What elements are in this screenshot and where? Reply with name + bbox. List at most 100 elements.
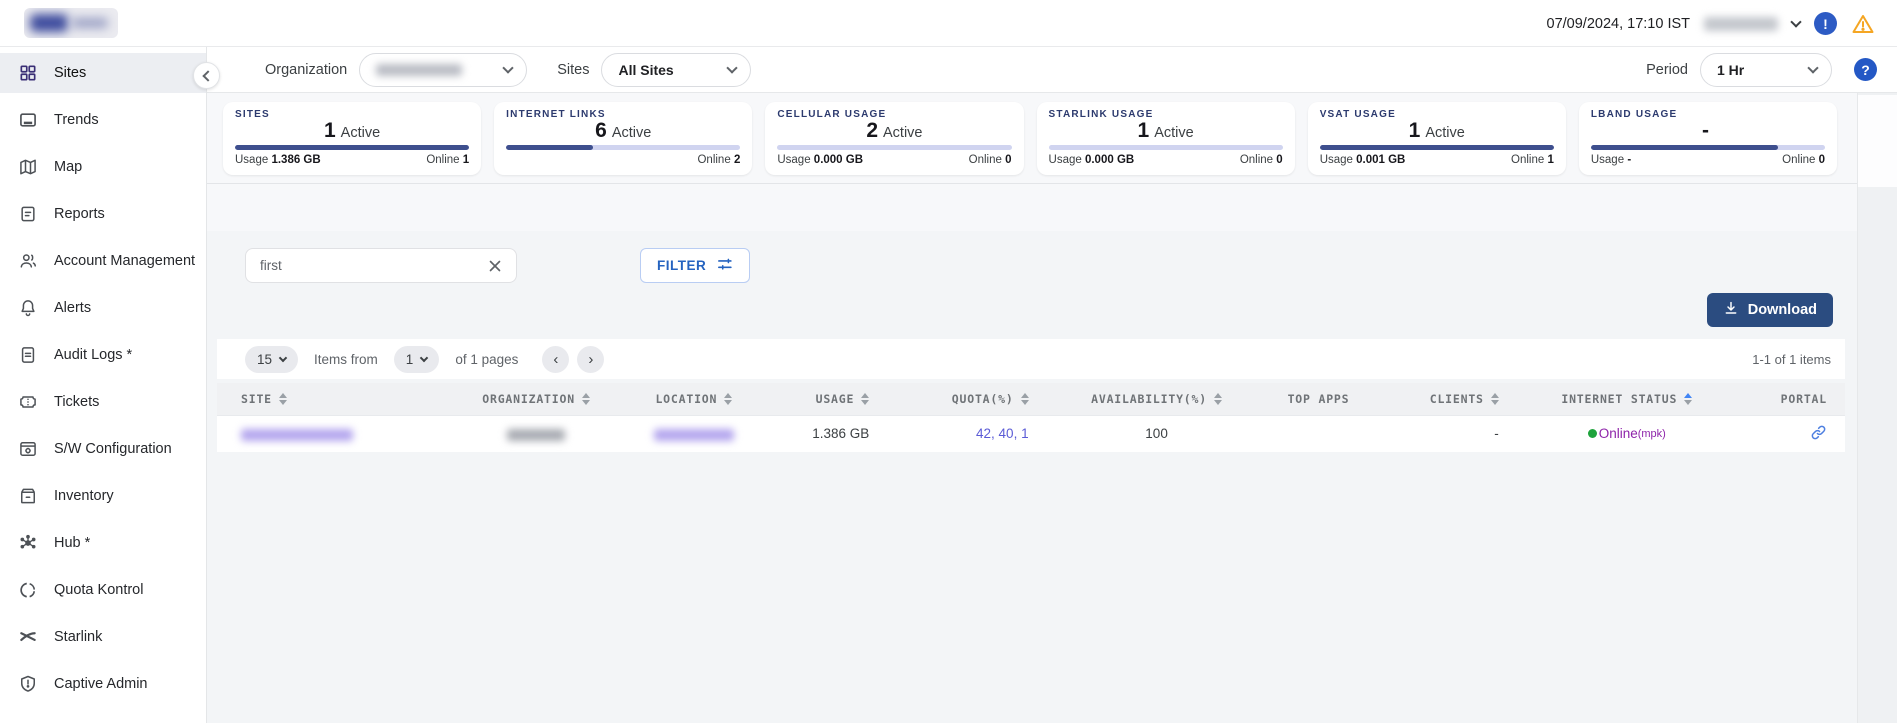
online-status-dot	[1588, 429, 1597, 438]
col-availability[interactable]: AVAILABILITY(%)	[1047, 383, 1267, 415]
page-select[interactable]: 1	[394, 346, 440, 373]
download-button[interactable]: Download	[1707, 293, 1833, 327]
stat-card-lband-usage: LBAND USAGE - Usage - Online 0	[1579, 102, 1837, 175]
clear-search-icon[interactable]	[486, 257, 504, 275]
usage-value: -	[1627, 154, 1631, 166]
sidebar-item-sw-configuration[interactable]: S/W Configuration	[0, 429, 206, 469]
sidebar-item-account-management[interactable]: Account Management	[0, 241, 206, 281]
page-size-select[interactable]: 15	[245, 346, 298, 373]
sort-icon[interactable]	[861, 393, 869, 405]
card-suffix: Active	[1425, 125, 1465, 141]
top-bar: 07/09/2024, 17:10 IST !	[0, 0, 1897, 47]
period-select-value: 1 Hr	[1717, 62, 1744, 78]
sort-icon[interactable]	[1214, 393, 1222, 405]
pie-chart-icon	[17, 579, 39, 601]
window-gear-icon	[17, 438, 39, 460]
filter-button[interactable]: FILTER	[640, 248, 750, 283]
portal-link-icon[interactable]	[1810, 429, 1827, 444]
page-size-value: 15	[257, 352, 272, 367]
sort-icon-active[interactable]	[1684, 393, 1692, 405]
report-icon	[17, 203, 39, 225]
sidebar-item-label: Hub *	[54, 535, 90, 551]
online-value: 0	[1819, 154, 1825, 166]
sort-icon[interactable]	[279, 393, 287, 405]
sidebar-item-label: Reports	[54, 206, 105, 222]
sidebar-item-audit-logs[interactable]: Audit Logs *	[0, 335, 206, 375]
sidebar-item-tickets[interactable]: Tickets	[0, 382, 206, 422]
sort-icon[interactable]	[724, 393, 732, 405]
help-icon[interactable]: ?	[1854, 58, 1877, 81]
items-range-label: 1-1 of 1 items	[1752, 352, 1831, 367]
cell-portal[interactable]	[1737, 415, 1845, 452]
online-value: 1	[1547, 154, 1553, 166]
cell-site-link[interactable]	[217, 415, 446, 452]
sidebar-item-trends[interactable]: Trends	[0, 100, 206, 140]
sidebar-item-reports[interactable]: Reports	[0, 194, 206, 234]
online-label: Online	[1240, 154, 1273, 166]
logo-blurred-text	[72, 18, 108, 28]
sidebar-item-quota-kontrol[interactable]: Quota Kontrol	[0, 570, 206, 610]
chevron-down-icon	[503, 62, 514, 73]
next-page-button[interactable]: ›	[577, 346, 604, 373]
card-suffix: Active	[341, 125, 381, 141]
page-value: 1	[406, 352, 414, 367]
main-area: Organization Sites All Sites Period 1 Hr…	[207, 47, 1897, 723]
cell-location-link[interactable]	[627, 415, 761, 452]
col-quota[interactable]: QUOTA(%)	[887, 383, 1046, 415]
col-site[interactable]: SITE	[217, 383, 446, 415]
organization-redacted	[507, 429, 565, 441]
sidebar-item-sites[interactable]: Sites	[0, 53, 206, 93]
search-box	[245, 248, 517, 283]
prev-page-button[interactable]: ‹	[542, 346, 569, 373]
stat-card-starlink-usage: STARLINK USAGE 1Active Usage 0.000 GB On…	[1037, 102, 1295, 175]
card-value: 1	[1138, 119, 1150, 142]
starlink-icon	[17, 626, 39, 648]
sort-icon[interactable]	[1491, 393, 1499, 405]
col-organization[interactable]: ORGANIZATION	[446, 383, 627, 415]
search-input[interactable]	[260, 258, 486, 273]
col-location[interactable]: LOCATION	[627, 383, 761, 415]
scrollbar-track[interactable]	[1857, 93, 1897, 723]
notification-badge-icon[interactable]: !	[1814, 12, 1837, 35]
sidebar-collapse-button[interactable]	[193, 62, 220, 89]
cell-quota[interactable]: 42, 40, 1	[887, 415, 1046, 452]
sites-table: SITE ORGANIZATION LOCATION USAGE QUOTA(%…	[217, 383, 1845, 452]
scrollbar-thumb[interactable]	[1858, 95, 1897, 187]
content-area: FILTER Download 15	[207, 231, 1897, 723]
sort-icon[interactable]	[1021, 393, 1029, 405]
col-internet-status[interactable]: INTERNET STATUS	[1517, 383, 1737, 415]
box-icon	[17, 485, 39, 507]
user-menu-chevron-down-icon[interactable]	[1790, 16, 1801, 27]
sidebar-item-alerts[interactable]: Alerts	[0, 288, 206, 328]
stat-card-sites: SITES 1Active Usage 1.386 GB Online 1	[223, 102, 481, 175]
ticket-icon	[17, 391, 39, 413]
sidebar-item-captive-admin[interactable]: Captive Admin	[0, 664, 206, 704]
usage-label: Usage	[235, 154, 268, 166]
organization-value-redacted	[376, 64, 462, 76]
sidebar-item-hub[interactable]: Hub *	[0, 523, 206, 563]
items-from-label: Items from	[314, 352, 378, 367]
col-usage[interactable]: USAGE	[761, 383, 887, 415]
sites-select-value: All Sites	[618, 62, 673, 78]
col-clients[interactable]: CLIENTS	[1370, 383, 1516, 415]
status-suffix: (mpk)	[1638, 428, 1666, 440]
sites-select[interactable]: All Sites	[601, 53, 751, 87]
sidebar-item-starlink[interactable]: Starlink	[0, 617, 206, 657]
sidebar-item-label: Captive Admin	[54, 676, 148, 692]
card-value: 1	[324, 119, 336, 142]
sort-icon[interactable]	[582, 393, 590, 405]
sidebar-item-map[interactable]: Map	[0, 147, 206, 187]
organization-select[interactable]	[359, 53, 527, 87]
cell-organization	[446, 415, 627, 452]
sidebar-item-label: Quota Kontrol	[54, 582, 143, 598]
warning-triangle-icon[interactable]	[1851, 12, 1875, 36]
sidebar-item-label: Trends	[54, 112, 99, 128]
card-suffix: Active	[883, 125, 923, 141]
sidebar-item-label: S/W Configuration	[54, 441, 172, 457]
period-select[interactable]: 1 Hr	[1700, 53, 1832, 87]
usage-label: Usage	[777, 154, 810, 166]
sliders-icon	[716, 256, 733, 276]
sidebar-item-inventory[interactable]: Inventory	[0, 476, 206, 516]
usage-label: Usage	[1320, 154, 1353, 166]
online-label: Online	[1782, 154, 1815, 166]
